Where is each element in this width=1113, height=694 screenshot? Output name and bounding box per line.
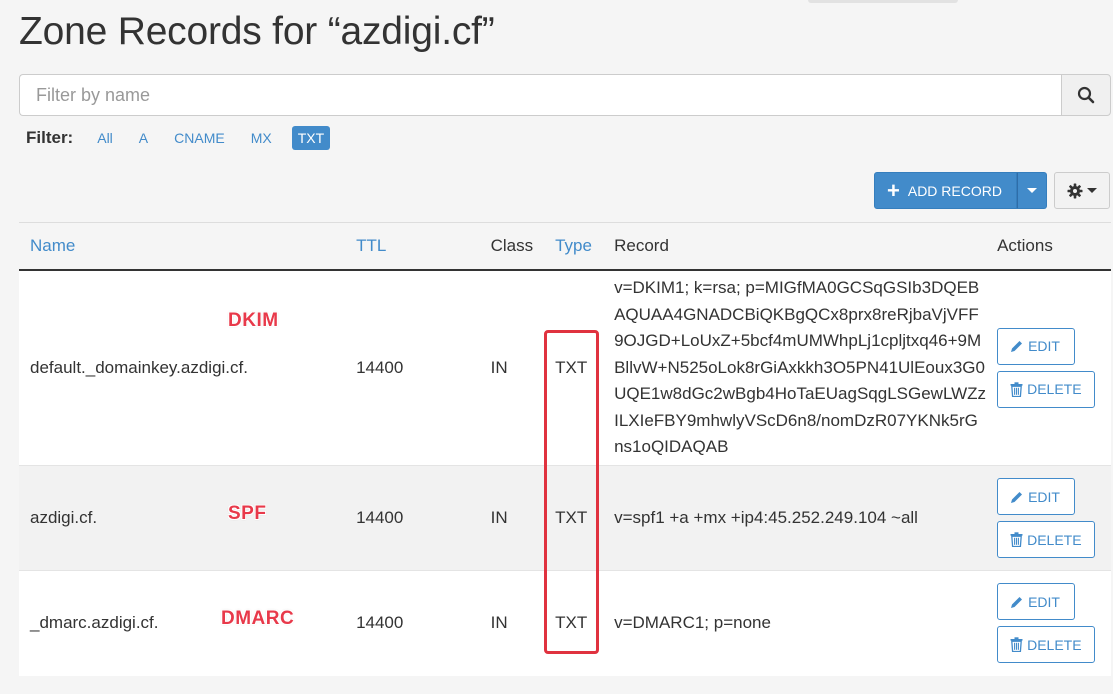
dmarc-annotation: DMARC xyxy=(221,608,295,629)
spf-annotation: SPF xyxy=(228,503,267,524)
add-record-button[interactable]: + ADD RECORD xyxy=(874,172,1017,209)
search-button[interactable] xyxy=(1061,74,1111,116)
record-class: IN xyxy=(479,269,545,466)
column-header-type[interactable]: Type xyxy=(544,222,604,271)
column-header-name[interactable]: Name xyxy=(19,222,346,271)
record-ttl: 14400 xyxy=(345,570,480,676)
pencil-icon xyxy=(1011,491,1023,503)
record-value: v=DMARC1; p=none xyxy=(614,613,771,632)
record-name: _dmarc.azdigi.cf. xyxy=(19,570,346,676)
record-name: azdigi.cf. xyxy=(19,465,346,571)
filter-label: Filter: xyxy=(26,128,74,147)
column-header-ttl[interactable]: TTL xyxy=(345,222,480,271)
table-header-row: Name TTL Class Type Record Actions xyxy=(19,222,1111,271)
trash-icon xyxy=(1010,532,1023,547)
record-value-cell: v=DKIM1; k=rsa; p=MIGfMA0GCSqGSIb3DQEBAQ… xyxy=(603,269,998,466)
record-value-cell: v=DMARC1; p=none xyxy=(603,570,998,676)
column-header-class: Class xyxy=(479,222,545,271)
trash-icon xyxy=(1010,637,1023,653)
column-header-actions: Actions xyxy=(997,222,1111,271)
filter-all[interactable]: All xyxy=(91,126,119,150)
top-tab-hint xyxy=(808,0,958,3)
search-bar xyxy=(19,74,1111,116)
settings-dropdown-button[interactable] xyxy=(1053,172,1110,209)
record-actions: EDIT DELETE xyxy=(997,269,1111,466)
record-value: v=DKIM1; k=rsa; p=MIGfMA0GCSqGSIb3DQEBAQ… xyxy=(614,278,987,456)
record-class: IN xyxy=(479,465,545,571)
delete-label: DELETE xyxy=(1027,381,1082,398)
gear-icon xyxy=(1067,183,1083,198)
delete-button[interactable]: DELETE xyxy=(997,626,1096,664)
plus-icon: + xyxy=(887,177,900,203)
add-record-dropdown[interactable] xyxy=(1016,172,1047,209)
edit-label: EDIT xyxy=(1028,488,1060,505)
delete-button[interactable]: DELETE xyxy=(997,370,1096,408)
record-value: v=spf1 +a +mx +ip4:45.252.249.104 ~all xyxy=(614,507,918,527)
record-name: default._domainkey.azdigi.cf. xyxy=(19,269,346,466)
page-title: Zone Records for “azdigi.cf” xyxy=(19,10,495,53)
add-record-label: ADD RECORD xyxy=(907,182,1002,199)
delete-label: DELETE xyxy=(1027,636,1082,653)
chevron-down-icon xyxy=(1026,188,1037,193)
edit-label: EDIT xyxy=(1028,593,1060,610)
chevron-down-icon xyxy=(1086,188,1097,193)
record-type-filter: Filter: All A CNAME MX TXT xyxy=(26,125,344,151)
type-column-highlight xyxy=(544,330,599,654)
record-actions: EDIT DELETE xyxy=(997,570,1111,676)
record-toolbar: + ADD RECORD xyxy=(874,172,1110,209)
trash-icon xyxy=(1010,382,1023,397)
edit-label: EDIT xyxy=(1028,338,1060,355)
edit-button[interactable]: EDIT xyxy=(997,327,1076,365)
delete-button[interactable]: DELETE xyxy=(997,521,1096,558)
pencil-icon xyxy=(1011,596,1023,608)
record-ttl: 14400 xyxy=(345,465,480,571)
record-ttl: 14400 xyxy=(345,269,480,466)
filter-cname[interactable]: CNAME xyxy=(168,126,231,150)
record-actions: EDIT DELETE xyxy=(997,465,1111,571)
pencil-icon xyxy=(1011,341,1023,353)
filter-txt[interactable]: TXT xyxy=(291,126,331,150)
edit-button[interactable]: EDIT xyxy=(997,583,1076,621)
filter-a[interactable]: A xyxy=(133,126,154,150)
record-class: IN xyxy=(479,570,545,676)
search-icon xyxy=(1077,86,1095,104)
search-input[interactable] xyxy=(19,74,1061,116)
filter-mx[interactable]: MX xyxy=(245,126,278,150)
dkim-annotation: DKIM xyxy=(228,310,279,331)
column-header-record: Record xyxy=(603,222,998,271)
delete-label: DELETE xyxy=(1027,531,1082,548)
record-value-cell: v=spf1 +a +mx +ip4:45.252.249.104 ~all xyxy=(603,465,998,571)
edit-button[interactable]: EDIT xyxy=(997,478,1076,515)
